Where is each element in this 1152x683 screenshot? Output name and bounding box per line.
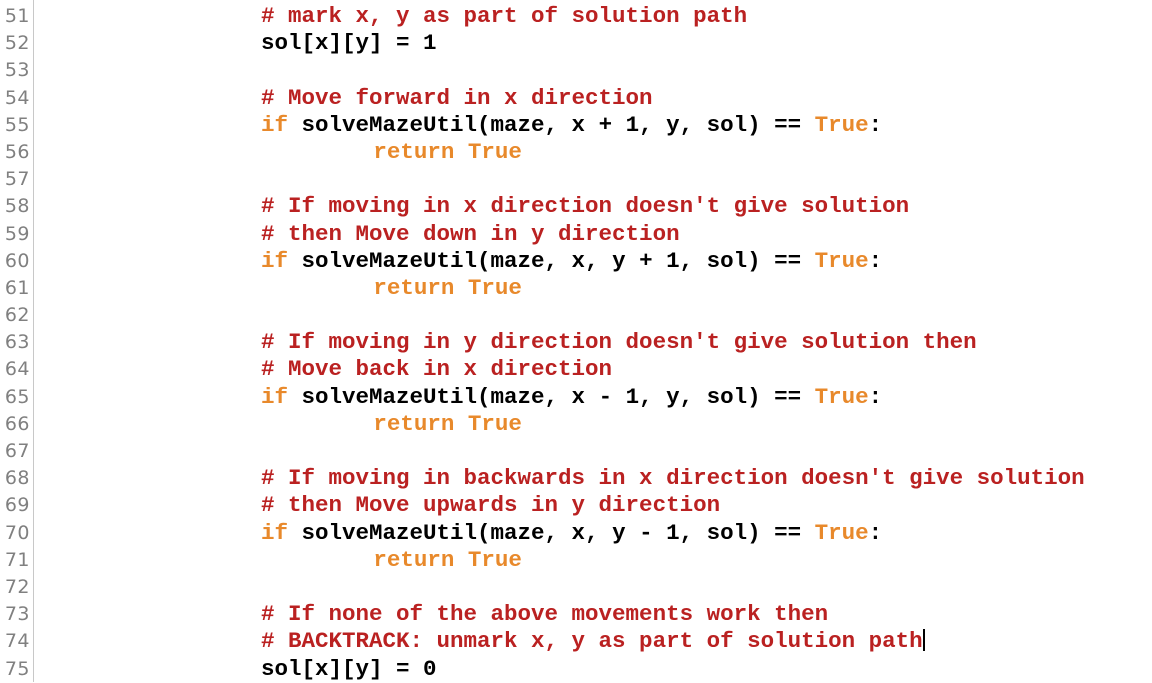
code-line[interactable]: # Move back in x direction — [34, 356, 1152, 383]
code-line[interactable]: return True — [34, 139, 1152, 166]
code-token-builtin: True — [467, 274, 522, 301]
code-token-builtin: True — [814, 247, 869, 274]
code-token-comment: # If moving in backwards in x direction … — [261, 465, 1085, 492]
line-number: 72 — [4, 575, 30, 598]
line-number: 56 — [4, 140, 30, 163]
code-token-comment: # then Move down in y direction — [261, 220, 680, 247]
line-number: 64 — [4, 358, 30, 381]
code-token-keyword: return — [373, 546, 455, 573]
code-token-plain: : — [868, 519, 883, 546]
line-number: 53 — [4, 59, 30, 82]
code-token-plain: solveMazeUtil(maze, x - 1, y, sol) == — [288, 383, 815, 410]
code-token-comment: # Move forward in x direction — [261, 84, 653, 111]
code-token-plain: : — [868, 247, 883, 274]
code-token-comment: # Move back in x direction — [261, 356, 613, 383]
code-token-plain: solveMazeUtil(maze, x, y + 1, sol) == — [288, 247, 815, 274]
code-token-number: 1 — [423, 30, 437, 57]
code-token-plain: : — [868, 111, 883, 138]
code-token-plain: : — [868, 383, 883, 410]
code-line[interactable]: if solveMazeUtil(maze, x - 1, y, sol) ==… — [34, 384, 1152, 411]
line-number: 68 — [4, 467, 30, 490]
code-line[interactable]: # If moving in backwards in x direction … — [34, 465, 1152, 492]
code-line[interactable]: if solveMazeUtil(maze, x, y + 1, sol) ==… — [34, 248, 1152, 275]
line-number: 60 — [4, 249, 30, 272]
line-number: 74 — [4, 630, 30, 653]
code-line[interactable]: # If moving in x direction doesn't give … — [34, 193, 1152, 220]
code-token-keyword: if — [261, 519, 289, 546]
code-line[interactable] — [34, 438, 1152, 465]
code-token-plain: sol[x][y] = — [261, 30, 424, 57]
line-number-gutter: 51 52 53 54 55 56 57 58 59 60 61 62 63 64 65 66 67 68 69 70… — [0, 0, 34, 682]
line-number: 66 — [4, 412, 30, 435]
code-line[interactable]: # If none of the above movements work th… — [34, 601, 1152, 628]
code-line[interactable] — [34, 166, 1152, 193]
line-number: 65 — [4, 385, 30, 408]
code-token-comment: # mark x, y as part of solution path — [261, 3, 748, 29]
code-token-comment: # If moving in y direction doesn't give … — [261, 329, 977, 356]
code-line[interactable]: # then Move down in y direction — [34, 221, 1152, 248]
line-number: 63 — [4, 331, 30, 354]
line-number: 51 — [4, 5, 30, 27]
code-line[interactable]: sol[x][y] = 1 — [34, 30, 1152, 57]
line-number: 73 — [4, 603, 30, 626]
code-line[interactable]: if solveMazeUtil(maze, x + 1, y, sol) ==… — [34, 112, 1152, 139]
code-line[interactable]: return True — [34, 547, 1152, 574]
code-line[interactable]: if solveMazeUtil(maze, x, y - 1, sol) ==… — [34, 520, 1152, 547]
code-line[interactable]: return True — [34, 275, 1152, 302]
code-token-keyword: return — [373, 410, 455, 437]
code-token-keyword: if — [261, 111, 289, 138]
code-content-area[interactable]: # mark x, y as part of solution path sol[… — [34, 0, 1152, 682]
line-number: 59 — [4, 222, 30, 245]
line-number: 62 — [4, 304, 30, 327]
code-editor[interactable]: 51 52 53 54 55 56 57 58 59 60 61 62 63 64 65 66 67 68 69 70… — [0, 0, 1152, 682]
code-token-keyword: return — [373, 274, 455, 301]
code-line[interactable]: return True — [34, 411, 1152, 438]
code-line[interactable] — [34, 57, 1152, 84]
code-token-keyword: if — [261, 247, 289, 274]
line-number: 58 — [4, 195, 30, 218]
code-line[interactable]: # Move forward in x direction — [34, 85, 1152, 112]
code-line[interactable]: # then Move upwards in y direction — [34, 492, 1152, 519]
code-token-plain: solveMazeUtil(maze, x, y - 1, sol) == — [288, 519, 815, 546]
code-line[interactable]: # BACKTRACK: unmark x, y as part of solu… — [34, 628, 1152, 655]
line-number: 70 — [4, 521, 30, 544]
line-number: 57 — [4, 168, 30, 191]
code-token-keyword: if — [261, 383, 289, 410]
code-line[interactable] — [34, 574, 1152, 601]
line-number: 55 — [4, 113, 30, 136]
code-token-builtin: True — [814, 519, 869, 546]
code-line[interactable]: # If moving in y direction doesn't give … — [34, 329, 1152, 356]
line-number: 61 — [4, 276, 30, 299]
code-token-builtin: True — [814, 111, 869, 138]
line-number: 71 — [4, 548, 30, 571]
code-token-builtin: True — [814, 383, 869, 410]
code-token-comment: # If moving in x direction doesn't give … — [261, 193, 910, 220]
line-number: 54 — [4, 86, 30, 109]
line-number: 67 — [4, 440, 30, 462]
line-number: 75 — [4, 657, 30, 680]
code-token-builtin: True — [467, 546, 522, 573]
code-line[interactable] — [34, 302, 1152, 329]
code-token-number: 0 — [423, 655, 437, 682]
code-token-comment: # then Move upwards in y direction — [261, 492, 721, 519]
line-number: 69 — [4, 494, 30, 517]
code-token-keyword: return — [373, 138, 455, 165]
code-token-builtin: True — [467, 410, 522, 437]
text-cursor — [922, 629, 925, 652]
code-line[interactable]: # mark x, y as part of solution path — [34, 3, 1152, 30]
code-token-plain: solveMazeUtil(maze, x + 1, y, sol) == — [288, 111, 815, 138]
code-token-comment: # BACKTRACK: unmark x, y as part of solu… — [261, 628, 923, 655]
line-number: 52 — [4, 32, 30, 55]
code-token-builtin: True — [467, 138, 522, 165]
code-token-plain: sol[x][y] = — [261, 655, 424, 682]
code-line[interactable]: sol[x][y] = 0 — [34, 656, 1152, 683]
code-token-comment: # If none of the above movements work th… — [261, 601, 829, 628]
